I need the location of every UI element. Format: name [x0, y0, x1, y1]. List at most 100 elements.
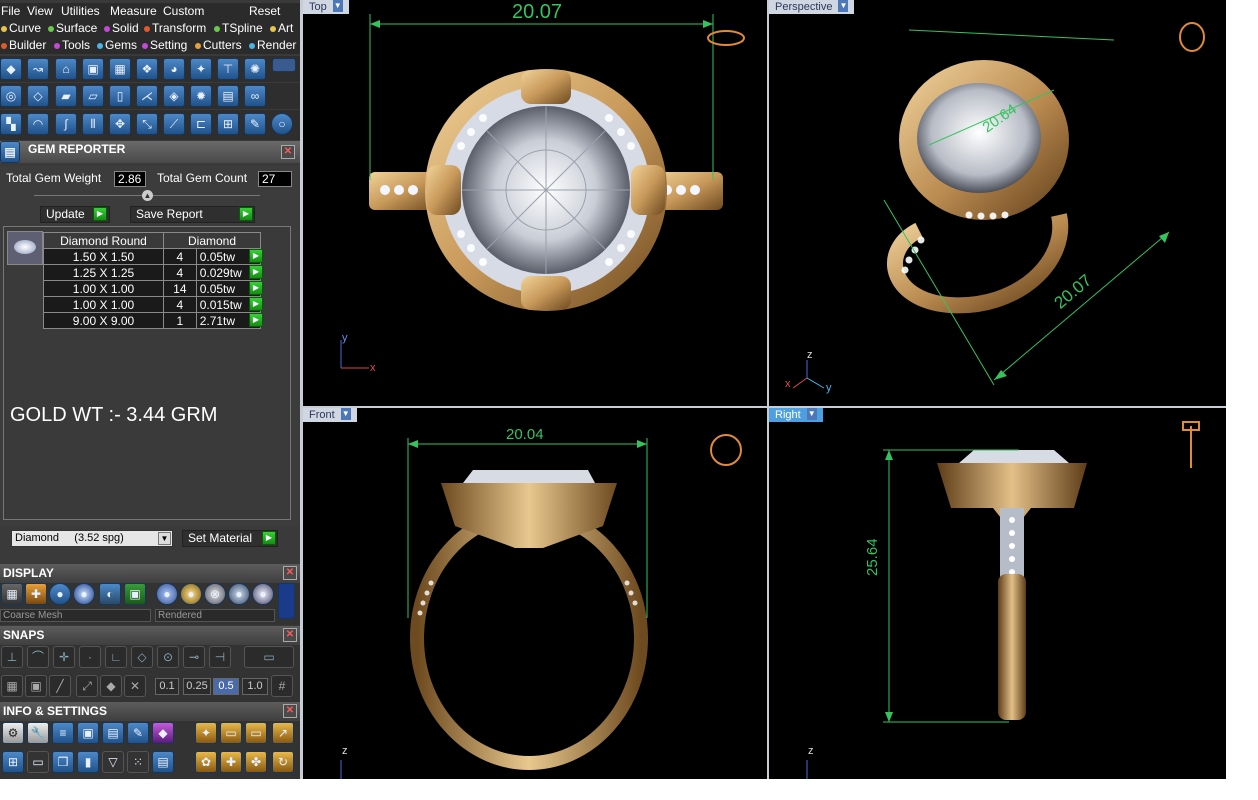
chrome-sphere-icon[interactable]: ● [228, 583, 250, 605]
grid-snap-icon[interactable]: ▦ [1, 675, 23, 697]
note-edit-icon[interactable]: ✎ [127, 722, 149, 744]
tab-perspective-view[interactable]: Perspective ▼ [769, 0, 855, 14]
row-select-icon[interactable]: ▶ [249, 297, 263, 311]
module-render[interactable]: Render [249, 38, 296, 52]
circle-tool-icon[interactable]: ○ [271, 113, 293, 135]
snap-near-icon[interactable]: ⊣ [209, 646, 231, 668]
window-b-icon[interactable]: ▭ [245, 722, 267, 744]
four-view-icon[interactable]: ⊞ [2, 751, 24, 773]
grid-display-icon[interactable]: ▣ [124, 583, 146, 605]
prong-tool-icon[interactable]: ⊤ [217, 58, 239, 80]
menu-file[interactable]: File [1, 4, 20, 18]
save-report-button[interactable]: Save Report [130, 206, 255, 223]
cutter-tool-icon[interactable]: ⋌ [136, 85, 158, 107]
module-solid[interactable]: Solid [104, 21, 139, 35]
snap-end-icon[interactable]: ⊥ [1, 646, 23, 668]
module-setting[interactable]: Setting [142, 38, 187, 52]
group-tool-icon[interactable]: ▣ [82, 58, 104, 80]
panel-toggle-icon[interactable] [272, 58, 296, 72]
shank-tool-icon[interactable]: ◎ [0, 85, 22, 107]
chevron-down-icon[interactable]: ▼ [340, 408, 351, 420]
list-info-icon[interactable]: ▤ [102, 722, 124, 744]
chevron-down-icon[interactable]: ▼ [158, 532, 171, 545]
arc-tool-icon[interactable]: ◠ [27, 113, 49, 135]
viewport-right[interactable]: Right ▼ 25.64 z [769, 408, 1226, 779]
box-snap-icon[interactable]: ▣ [25, 675, 47, 697]
module-surface[interactable]: Surface [48, 21, 97, 35]
menu-view[interactable]: View [27, 4, 53, 18]
layers-icon[interactable]: ≡ [52, 722, 74, 744]
wrench-icon[interactable]: 🔧 [27, 722, 49, 744]
snap-perp-icon[interactable]: ∟ [105, 646, 127, 668]
menu-custom[interactable]: Custom [163, 4, 204, 18]
display-toggle-icon[interactable] [278, 583, 295, 619]
bezel-tool-icon[interactable]: ✦ [190, 58, 212, 80]
module-tspline[interactable]: TSpline [214, 21, 263, 35]
snap-intersect-icon[interactable]: ✛ [53, 646, 75, 668]
offset-curve-icon[interactable]: ∫ [55, 113, 77, 135]
info-settings-close-icon[interactable]: ✕ [283, 704, 297, 718]
module-tools[interactable]: Tools [54, 38, 90, 52]
halo-tool-icon[interactable]: ✺ [244, 58, 266, 80]
chevron-down-icon[interactable]: ▼ [806, 408, 817, 420]
mesh-quality-select[interactable]: Coarse Mesh [0, 609, 151, 622]
gold-sphere-icon[interactable]: ● [180, 583, 202, 605]
sheet-icon[interactable]: ▤ [152, 751, 174, 773]
menu-reset[interactable]: Reset [249, 4, 280, 18]
single-view-icon[interactable]: ▭ [27, 751, 49, 773]
module-cutters[interactable]: Cutters [195, 38, 242, 52]
material-select[interactable]: Diamond (3.52 spg) ▼ [11, 530, 173, 547]
row-select-icon[interactable]: ▶ [249, 313, 263, 327]
table-row[interactable]: 1.50 X 1.50 4 0.05tw [43, 248, 262, 265]
edit-tool-icon[interactable]: ✎ [244, 113, 266, 135]
snap-value-0-5[interactable]: 0.5 [213, 678, 239, 695]
axis-display-icon[interactable]: ✚ [25, 583, 47, 605]
measure-icon[interactable]: ✚ [220, 751, 242, 773]
wireframe-icon[interactable]: ▦ [1, 583, 23, 605]
table-row[interactable]: 1.00 X 1.00 4 0.015tw [43, 296, 262, 313]
snap-value-0-25[interactable]: 0.25 [183, 678, 211, 695]
settings-gear-icon[interactable]: ⚙ [2, 722, 24, 744]
snap-value-0-1[interactable]: 0.1 [155, 678, 179, 695]
turntable-icon[interactable]: ↻ [272, 751, 294, 773]
chevron-down-icon[interactable]: ▼ [332, 0, 343, 12]
gem-seat-icon[interactable]: ◈ [163, 85, 185, 107]
render-studio-icon[interactable]: ✦ [195, 722, 217, 744]
menu-measure[interactable]: Measure [110, 4, 157, 18]
plane-snap-icon[interactable]: ◆ [100, 675, 122, 697]
module-curve[interactable]: Curve [1, 21, 41, 35]
box-info-icon[interactable]: ▣ [77, 722, 99, 744]
link-tool-icon[interactable]: ⊏ [190, 113, 212, 135]
tab-top-view[interactable]: Top ▼ [303, 0, 349, 14]
chevron-down-icon[interactable]: ▼ [838, 0, 849, 12]
splitter-handle-icon[interactable]: ▲ [142, 190, 153, 201]
viewport-front[interactable]: Front ▼ 20.04 z [303, 408, 767, 779]
snap-center-icon[interactable]: ⊙ [157, 646, 179, 668]
pave-tool-icon[interactable]: ❖ [136, 58, 158, 80]
table-row[interactable]: 9.00 X 9.00 1 2.71tw [43, 312, 262, 329]
table-row[interactable]: 1.00 X 1.00 14 0.05tw [43, 280, 262, 297]
filter-icon[interactable]: ▽ [102, 751, 124, 773]
cube-info-icon[interactable]: ◆ [152, 722, 174, 744]
snaps-close-icon[interactable]: ✕ [283, 628, 297, 642]
grid-toggle-icon[interactable]: # [271, 675, 293, 697]
viewport-top[interactable]: Top ▼ 20.07 y x [303, 0, 767, 406]
move-tool-icon[interactable]: ✥ [109, 113, 131, 135]
snap-curve-icon[interactable]: ⌒ [27, 646, 49, 668]
select-points-icon[interactable]: ⁙ [127, 751, 149, 773]
flow-tool-icon[interactable]: ⟋ [163, 113, 185, 135]
3d-box-icon[interactable]: ❒ [52, 751, 74, 773]
export-icon[interactable]: ↗ [272, 722, 294, 744]
module-transform[interactable]: Transform [144, 21, 206, 35]
lock-tool-icon[interactable]: ⌂ [55, 58, 77, 80]
material-sphere-icon[interactable]: ● [156, 583, 178, 605]
display-close-icon[interactable]: ✕ [283, 566, 297, 580]
column-icon[interactable]: ▮ [77, 751, 99, 773]
row-select-icon[interactable]: ▶ [249, 265, 263, 279]
window-a-icon[interactable]: ▭ [220, 722, 242, 744]
snap-value-1-0[interactable]: 1.0 [242, 678, 268, 695]
gear-icon[interactable]: ✹ [190, 85, 212, 107]
ortho-snap-icon[interactable]: ⤢ [76, 675, 98, 697]
row-select-icon[interactable]: ▶ [249, 249, 263, 263]
module-builder[interactable]: Builder [1, 38, 46, 52]
